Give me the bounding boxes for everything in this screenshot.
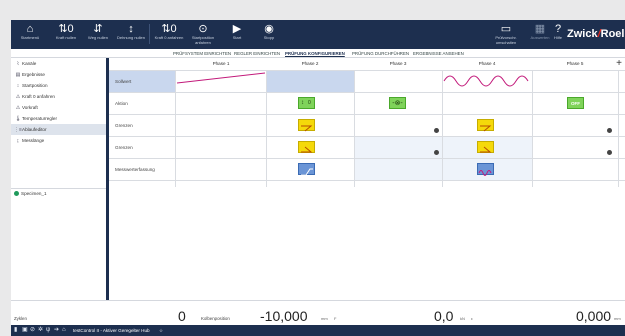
row-label-action: Aktion: [115, 101, 128, 106]
workflow-steps: PRÜFSYSTEM EINRICHTEN REGLER EINRICHTEN …: [11, 49, 625, 58]
home-icon: ⌂: [26, 23, 34, 35]
sidebar: ⌇ Kanäle ▤ Ergebnisse ↕ Startposition ⚠ Kraf…: [11, 58, 109, 300]
row-label-setpoint: Sollwert: [115, 79, 132, 84]
strain-zero-icon: ↕: [128, 23, 134, 35]
application-window: ⌂ Startmenü ⇅0 Kraft nullen ⇵ Weg nullen…: [11, 20, 625, 336]
lower-limit-icon-phase4[interactable]: [477, 141, 494, 153]
ramp-setpoint-graphic[interactable]: [175, 70, 266, 92]
piston-position-value: -10,000: [260, 308, 308, 324]
sidebar-item-temperature[interactable]: 🌡Temperaturregler: [11, 113, 106, 124]
sidebar-item-gauge-length[interactable]: ↨ Messlänge: [11, 135, 106, 146]
phase-header-4[interactable]: Phase 4: [442, 58, 532, 70]
force-unit: kN: [460, 316, 465, 321]
hold-action-button[interactable]: -⊗-: [389, 97, 406, 109]
hold-icon: -⊗-: [392, 100, 403, 107]
limit-status-icon[interactable]: ψ: [46, 325, 50, 336]
target-icon[interactable]: ⊘: [30, 325, 35, 336]
zero-arrow-icon: ↕: [301, 100, 304, 106]
travel-zero-icon: ⇵: [93, 23, 103, 35]
strain-unit: mm: [614, 316, 621, 321]
specimen-status-dot: [14, 191, 19, 197]
phase-header-3[interactable]: Phase 3: [354, 58, 442, 70]
sidebar-item-results[interactable]: ▤ Ergebnisse: [11, 69, 106, 80]
cycles-value: 0: [178, 308, 186, 324]
sidebar-item-sequence-editor[interactable]: ⋮≡Ablaufeditor: [11, 124, 106, 135]
lock-icon[interactable]: ⌂: [62, 325, 66, 336]
row-label-data-acquisition: Messwerterfassung: [115, 167, 155, 172]
strain-zero-button[interactable]: ↕ Dehnung nullen: [114, 22, 148, 48]
start-position-button[interactable]: ⊙ Startposition anfahren: [186, 22, 220, 48]
arrow-icon[interactable]: ➔: [54, 325, 59, 336]
data-acquisition-ramp-icon[interactable]: [298, 163, 315, 176]
sequence-editor-grid: Phase 1 Phase 2 Phase 3 Phase 4 Phase 5 …: [109, 58, 625, 300]
settings-icon[interactable]: ✲: [38, 325, 43, 336]
piston-position-label: Kolbenposition: [201, 316, 230, 321]
sidebar-item-force-approach[interactable]: ⚠ Kraft 0 anfahren: [11, 91, 106, 102]
piston-position-unit: mm: [321, 316, 328, 321]
phase-header-5[interactable]: Phase 5: [532, 58, 618, 70]
row-label-limits-2: Grenzen: [115, 145, 133, 150]
sidebar-item-start-position[interactable]: ↕ Startposition: [11, 80, 106, 91]
phase-header-2[interactable]: Phase 2: [266, 58, 354, 70]
row-label-limits-1: Grenzen: [115, 123, 133, 128]
step-view-results[interactable]: ERGEBNISSE ANSEHEN: [413, 49, 464, 58]
data-acquisition-sine-icon[interactable]: [477, 163, 494, 176]
strain-value: 0,000: [576, 308, 612, 324]
zero-action-button[interactable]: ↕ 0: [298, 97, 315, 109]
add-phase-button[interactable]: +: [616, 58, 622, 70]
upper-limit-icon[interactable]: [298, 119, 315, 132]
upper-limit-icon-phase4[interactable]: [477, 119, 494, 132]
start-button[interactable]: ▶ Start: [220, 22, 254, 48]
limit-marker-icon: [607, 150, 612, 155]
strain-label: ε: [471, 316, 473, 321]
live-values-footer: Zyklen 0 Kolbenposition -10,000 mm F 0,0…: [11, 300, 625, 325]
cycles-label: Zyklen: [14, 316, 27, 321]
measure-length-icon: ↨: [16, 138, 20, 144]
sine-setpoint-graphic[interactable]: [442, 70, 532, 92]
force-label: F: [334, 316, 337, 321]
force-zero-approach-icon: ⇅0: [161, 23, 177, 35]
limit-marker-icon: [434, 128, 439, 133]
step-configure-test[interactable]: PRÜFUNG KONFIGURIEREN: [285, 49, 345, 58]
home-button[interactable]: ⌂ Startmenü: [13, 22, 47, 48]
force-zero-icon: ⇅0: [58, 23, 74, 35]
switch-test-program-button[interactable]: ▭ Prüfvorschr. umschalten: [487, 22, 525, 48]
limit-marker-icon: [607, 128, 612, 133]
record-icon[interactable]: ▣: [22, 325, 28, 336]
controller-status-text: testControl II - Aktiver Geregelter Hub: [73, 328, 150, 333]
sidebar-item-channels[interactable]: ⌇ Kanäle: [11, 58, 106, 69]
stop-icon: ◉: [264, 23, 274, 35]
step-controller-setup[interactable]: REGLER EINRICHTEN: [234, 49, 280, 58]
force-value: 0,0: [434, 308, 454, 324]
favorite-icon[interactable]: ☆: [159, 325, 163, 336]
off-action-button[interactable]: OFF: [567, 97, 584, 109]
phase-header-1[interactable]: Phase 1: [176, 58, 266, 70]
step-run-test[interactable]: PRÜFUNG DURCHFÜHREN: [352, 49, 409, 58]
play-icon: ▶: [232, 23, 242, 35]
phase-2-setpoint-selected: [266, 70, 354, 92]
stop-button[interactable]: ◉ Stopp: [252, 22, 286, 48]
panel-icon[interactable]: ▮: [14, 325, 17, 336]
specimen-item[interactable]: Specimen_1: [14, 191, 47, 197]
lower-limit-icon[interactable]: [298, 141, 315, 153]
force-zero-button[interactable]: ⇅0 Kraft nullen: [49, 22, 83, 48]
start-position-icon: ⊙: [198, 23, 208, 35]
status-bar: ▮ ▣ ⊘ ✲ ψ ➔ ⌂ testControl II - Aktiver G…: [11, 325, 625, 336]
step-system-setup[interactable]: PRÜFSYSTEM EINRICHTEN: [173, 49, 231, 58]
toolbar: ⌂ Startmenü ⇅0 Kraft nullen ⇵ Weg nullen…: [11, 20, 625, 49]
sidebar-item-preload[interactable]: ⚠ Vorkraft: [11, 102, 106, 113]
travel-zero-button[interactable]: ⇵ Weg nullen: [81, 22, 115, 48]
brand-logo: Zwick/Roell: [567, 28, 625, 40]
limit-marker-icon: [434, 150, 439, 155]
folder-icon: ▭: [500, 23, 512, 35]
force-zero-approach-button[interactable]: ⇅0 Kraft 0 anfahren: [152, 22, 186, 48]
